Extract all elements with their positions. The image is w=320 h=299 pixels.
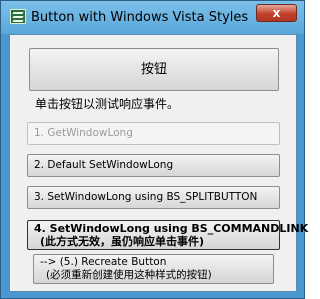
- app-icon[interactable]: [10, 9, 26, 24]
- command-link-label: 4. SetWindowLong using BS_COMMANDLINK: [34, 222, 309, 235]
- client-area: 按钮 单击按钮以测试响应事件。 1. GetWindowLong 2. Defa…: [9, 34, 309, 292]
- app-window: Button with Windows Vista Styles x 按钮 单击…: [0, 0, 309, 299]
- get-window-long-button[interactable]: 1. GetWindowLong: [27, 122, 280, 145]
- recreate-label: --> (5.) Recreate Button: [40, 256, 167, 268]
- command-link-style-button[interactable]: 4. SetWindowLong using BS_COMMANDLINK (此…: [27, 220, 309, 250]
- window-title: Button with Windows Vista Styles: [31, 10, 249, 25]
- command-link-note: (此方式无效，虽仍响应单击事件): [40, 235, 205, 248]
- recreate-note: (必须重新创建使用这种样式的按钮): [46, 269, 212, 281]
- recreate-button[interactable]: --> (5.) Recreate Button (必须重新创建使用这种样式的按…: [33, 254, 274, 284]
- split-button-style-button[interactable]: 3. SetWindowLong using BS_SPLITBUTTON: [27, 186, 280, 209]
- test-button[interactable]: 按钮: [29, 48, 279, 91]
- title-bar[interactable]: Button with Windows Vista Styles x: [1, 1, 304, 34]
- close-button[interactable]: x: [256, 4, 297, 22]
- default-set-window-long-button[interactable]: 2. Default SetWindowLong: [27, 154, 280, 177]
- instruction-text: 单击按钮以测试响应事件。: [35, 97, 180, 111]
